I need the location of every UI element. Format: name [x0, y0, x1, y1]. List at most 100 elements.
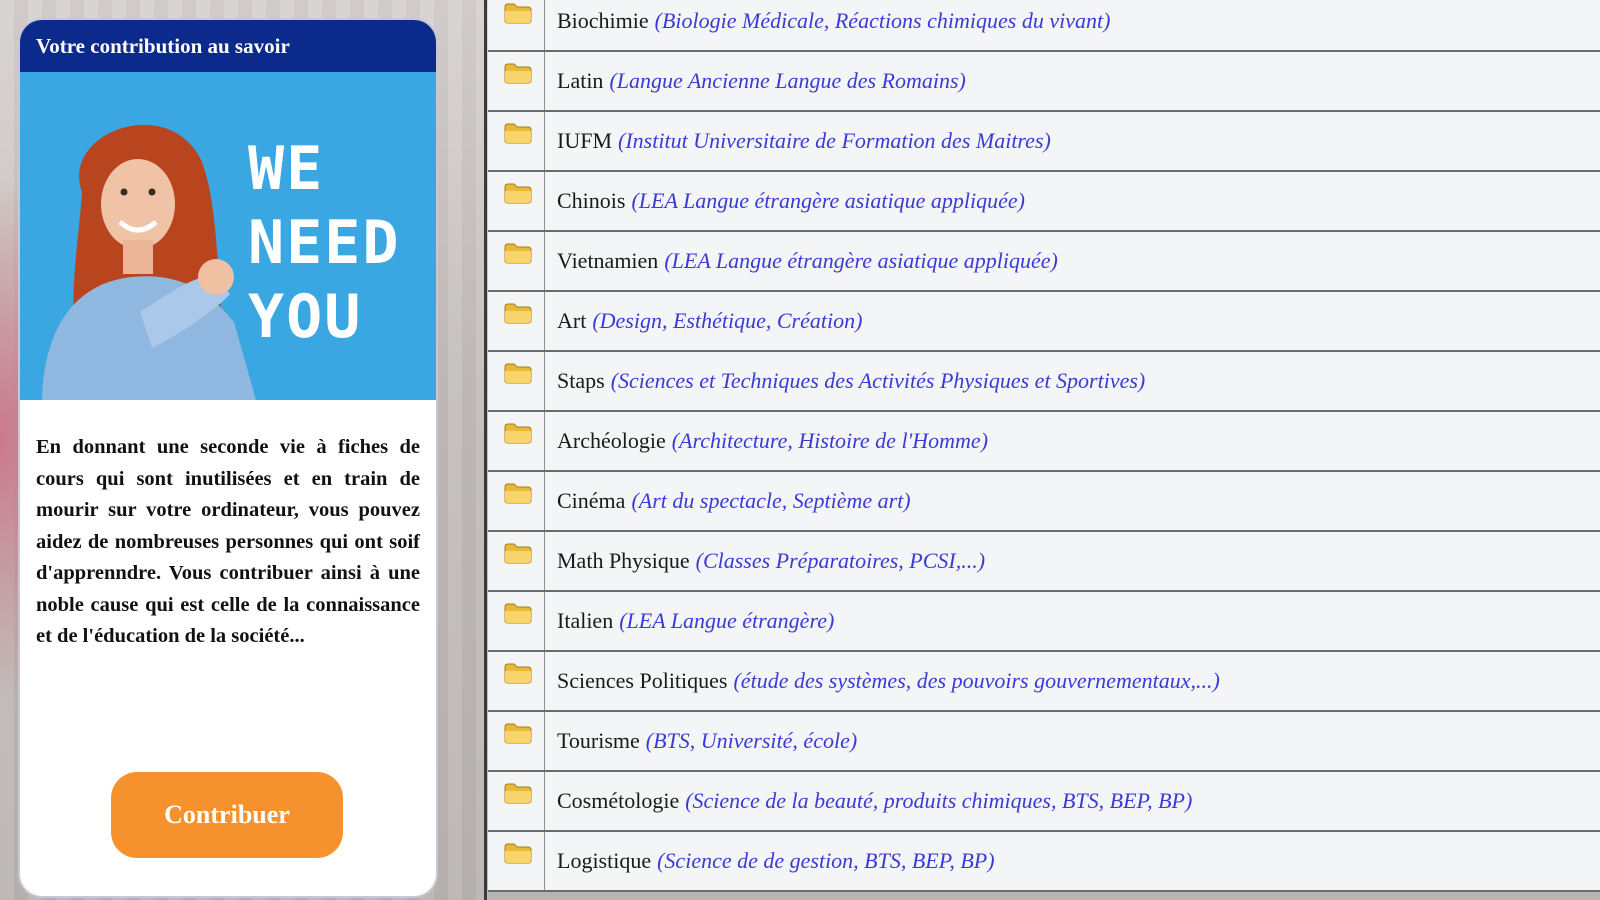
subject-name[interactable]: Archéologie [557, 428, 666, 453]
list-item[interactable]: Archéologie (Architecture, Histoire de l'… [488, 412, 1600, 472]
row-icon-cell [488, 532, 545, 590]
folder-icon [504, 663, 532, 684]
row-text[interactable]: Italien (LEA Langue étrangère) [557, 592, 834, 650]
subject-description: (Design, Esthétique, Création) [592, 308, 863, 333]
subject-name[interactable]: Latin [557, 68, 603, 93]
subject-description: (LEA Langue étrangère) [619, 608, 835, 633]
card-title: Votre contribution au savoir [20, 20, 436, 72]
list-item[interactable]: Biochimie (Biologie Médicale, Réactions c… [488, 0, 1600, 52]
subject-description: (étude des systèmes, des pouvoirs gouver… [733, 668, 1220, 693]
folder-icon [504, 783, 532, 804]
folder-icon [504, 483, 532, 504]
subject-description: (Science de de gestion, BTS, BEP, BP) [657, 848, 995, 873]
subject-name[interactable]: Biochimie [557, 8, 649, 33]
column-divider [484, 0, 487, 900]
row-icon-cell [488, 112, 545, 170]
subject-list: Biochimie (Biologie Médicale, Réactions c… [488, 0, 1600, 892]
contribute-button[interactable]: Contribuer [111, 772, 343, 858]
folder-icon [504, 123, 532, 144]
contribution-card: Votre contribution au savoir WE NEED YOU [20, 20, 436, 896]
subject-name[interactable]: Sciences Politiques [557, 668, 727, 693]
list-item[interactable]: Logistique (Science de de gestion, BTS, B… [488, 832, 1600, 892]
row-icon-cell [488, 592, 545, 650]
subject-description: (LEA Langue étrangère asiatique appliqué… [664, 248, 1058, 273]
row-icon-cell [488, 352, 545, 410]
subject-name[interactable]: Italien [557, 608, 613, 633]
row-icon-cell [488, 172, 545, 230]
row-text[interactable]: Art (Design, Esthétique, Création) [557, 292, 862, 350]
list-item[interactable]: Art (Design, Esthétique, Création) [488, 292, 1600, 352]
list-item[interactable]: Italien (LEA Langue étrangère) [488, 592, 1600, 652]
folder-icon [504, 543, 532, 564]
row-icon-cell [488, 712, 545, 770]
list-item[interactable]: Cinéma (Art du spectacle, Septième art) [488, 472, 1600, 532]
list-item[interactable]: Tourisme (BTS, Université, école) [488, 712, 1600, 772]
folder-icon [504, 243, 532, 264]
folder-icon [504, 723, 532, 744]
folder-icon [504, 3, 532, 24]
subject-description: (Science de la beauté, produits chimique… [685, 788, 1193, 813]
folder-icon [504, 363, 532, 384]
row-text[interactable]: Latin (Langue Ancienne Langue des Romains… [557, 52, 966, 110]
row-text[interactable]: Logistique (Science de de gestion, BTS, B… [557, 832, 995, 890]
row-text[interactable]: Cinéma (Art du spectacle, Septième art) [557, 472, 911, 530]
list-item[interactable]: Chinois (LEA Langue étrangère asiatique a… [488, 172, 1600, 232]
subject-name[interactable]: Chinois [557, 188, 625, 213]
row-text[interactable]: Biochimie (Biologie Médicale, Réactions c… [557, 0, 1110, 50]
subject-description: (Langue Ancienne Langue des Romains) [609, 68, 966, 93]
subject-name[interactable]: Math Physique [557, 548, 690, 573]
hero-banner: WE NEED YOU [20, 72, 436, 400]
subject-description: (Classes Préparatoires, PCSI,...) [695, 548, 986, 573]
row-icon-cell [488, 652, 545, 710]
row-text[interactable]: Sciences Politiques (étude des systèmes, … [557, 652, 1220, 710]
hero-line: YOU [248, 282, 363, 352]
list-item[interactable]: Cosmétologie (Science de la beauté, produ… [488, 772, 1600, 832]
subject-description: (Biologie Médicale, Réactions chimiques … [654, 8, 1111, 33]
subject-name[interactable]: Vietnamien [557, 248, 658, 273]
row-icon-cell [488, 232, 545, 290]
subject-description: (Architecture, Histoire de l'Homme) [671, 428, 989, 453]
folder-icon [504, 843, 532, 864]
row-icon-cell [488, 412, 545, 470]
hero-line: WE [248, 134, 325, 204]
list-item[interactable]: Sciences Politiques (étude des systèmes, … [488, 652, 1600, 712]
row-text[interactable]: Chinois (LEA Langue étrangère asiatique a… [557, 172, 1025, 230]
row-text[interactable]: Archéologie (Architecture, Histoire de l'… [557, 412, 988, 470]
folder-icon [504, 63, 532, 84]
hero-line: NEED [248, 208, 401, 278]
subject-description: (Institut Universitaire de Formation des… [618, 128, 1051, 153]
row-icon-cell [488, 0, 545, 50]
folder-icon [504, 303, 532, 324]
row-text[interactable]: Tourisme (BTS, Université, école) [557, 712, 857, 770]
folder-icon [504, 183, 532, 204]
subject-name[interactable]: Cinéma [557, 488, 625, 513]
subject-name[interactable]: Art [557, 308, 586, 333]
row-text[interactable]: Staps (Sciences et Techniques des Activit… [557, 352, 1145, 410]
row-icon-cell [488, 472, 545, 530]
list-item[interactable]: IUFM (Institut Universitaire de Formation… [488, 112, 1600, 172]
row-icon-cell [488, 52, 545, 110]
list-item[interactable]: Staps (Sciences et Techniques des Activit… [488, 352, 1600, 412]
row-text[interactable]: IUFM (Institut Universitaire de Formation… [557, 112, 1051, 170]
list-item[interactable]: Latin (Langue Ancienne Langue des Romains… [488, 52, 1600, 112]
subject-name[interactable]: Staps [557, 368, 605, 393]
subject-name[interactable]: IUFM [557, 128, 612, 153]
subject-description: (BTS, Université, école) [645, 728, 858, 753]
folder-icon [504, 423, 532, 444]
list-item[interactable]: Math Physique (Classes Préparatoires, PCS… [488, 532, 1600, 592]
row-text[interactable]: Math Physique (Classes Préparatoires, PCS… [557, 532, 985, 590]
card-description: En donnant une seconde vie à fiches de c… [36, 436, 420, 647]
subject-name[interactable]: Tourisme [557, 728, 640, 753]
row-icon-cell [488, 292, 545, 350]
row-text[interactable]: Vietnamien (LEA Langue étrangère asiatiqu… [557, 232, 1058, 290]
folder-icon [504, 603, 532, 624]
subject-description: (LEA Langue étrangère asiatique appliqué… [631, 188, 1025, 213]
subject-name[interactable]: Logistique [557, 848, 651, 873]
subject-name[interactable]: Cosmétologie [557, 788, 679, 813]
list-item[interactable]: Vietnamien (LEA Langue étrangère asiatiqu… [488, 232, 1600, 292]
row-icon-cell [488, 832, 545, 890]
subject-description: (Art du spectacle, Septième art) [631, 488, 911, 513]
subject-description: (Sciences et Techniques des Activités Ph… [610, 368, 1146, 393]
row-text[interactable]: Cosmétologie (Science de la beauté, produ… [557, 772, 1192, 830]
row-icon-cell [488, 772, 545, 830]
